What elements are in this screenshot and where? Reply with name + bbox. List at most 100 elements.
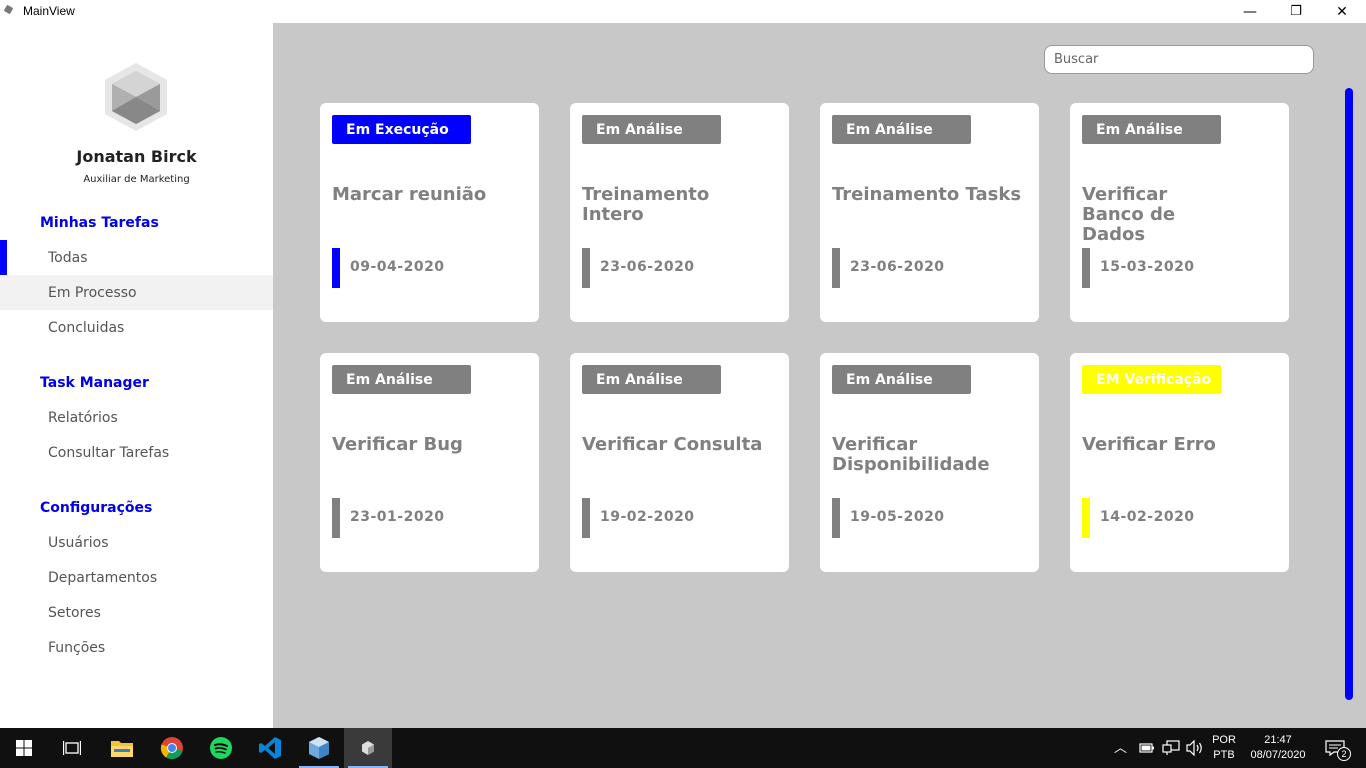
task-title: Verificar Disponibilidade [832, 434, 990, 475]
mainview-app-icon [362, 741, 374, 755]
vscode-button[interactable] [246, 728, 294, 768]
task-title: Marcar reunião [332, 184, 487, 205]
task-date: 23-06-2020 [850, 259, 945, 275]
sidebar-item-usuarios[interactable]: Usuários [0, 525, 273, 560]
user-avatar-icon [105, 63, 167, 131]
sidebar: Jonatan Birck Auxiliar de Marketing Minh… [0, 23, 273, 728]
task-view-button[interactable] [48, 728, 96, 768]
sidebar-item-em-processo[interactable]: Em Processo [0, 275, 273, 310]
status-badge: Em Execução [332, 115, 471, 144]
task-card[interactable]: Em Execução Marcar reunião 09-04-2020 [320, 103, 539, 322]
sidebar-item-departamentos[interactable]: Departamentos [0, 560, 273, 595]
task-date: 23-06-2020 [600, 259, 695, 275]
sidebar-item-label: Todas [48, 249, 88, 266]
status-badge: Em Análise [832, 365, 971, 394]
sidebar-item-label: Setores [48, 604, 101, 621]
sidebar-item-label: Em Processo [48, 284, 137, 301]
mainview-app-button[interactable] [344, 728, 392, 768]
task-date: 15-03-2020 [1100, 259, 1195, 275]
chrome-button[interactable] [148, 728, 196, 768]
main-content: Em Execução Marcar reunião 09-04-2020 Em… [273, 23, 1366, 728]
battery-icon[interactable] [1139, 741, 1155, 755]
task-card[interactable]: Em Análise Verificar Disponibilidade 19-… [820, 353, 1039, 572]
clock-date: 08/07/2020 [1250, 749, 1306, 761]
task-title: Verificar Banco de Dados [1082, 184, 1176, 245]
minimize-icon: — [1243, 3, 1257, 20]
sidebar-item-label: Departamentos [48, 569, 158, 586]
date-indicator-bar [582, 498, 590, 538]
date-indicator-bar [1082, 498, 1090, 538]
task-date: 19-02-2020 [600, 509, 695, 525]
network-icon[interactable] [1162, 740, 1180, 756]
spotify-button[interactable] [197, 728, 245, 768]
minimize-button[interactable]: — [1227, 0, 1273, 23]
sidebar-item-label: Funções [48, 639, 106, 656]
section-configuracoes: Configurações [40, 500, 153, 516]
task-card[interactable]: Em Análise Verificar Banco de Dados 15-0… [1070, 103, 1289, 322]
spotify-icon [210, 737, 232, 759]
task-card[interactable]: Em Análise Treinamento Tasks 23-06-2020 [820, 103, 1039, 322]
taskbar: ︿ POR PTB 21:47 08/07/2020 2 [0, 728, 1366, 768]
sidebar-item-consultar-tarefas[interactable]: Consultar Tarefas [0, 435, 273, 470]
date-indicator-bar [332, 498, 340, 538]
app-icon [3, 4, 14, 15]
close-button[interactable]: ✕ [1319, 0, 1365, 23]
clock[interactable]: 21:47 08/07/2020 [1244, 733, 1312, 763]
date-indicator-bar [332, 248, 340, 288]
maximize-icon: ❐ [1290, 4, 1302, 19]
maximize-button[interactable]: ❐ [1273, 0, 1319, 23]
date-indicator-bar [1082, 248, 1090, 288]
close-icon: ✕ [1336, 3, 1348, 20]
user-role: Auxiliar de Marketing [83, 174, 190, 185]
date-indicator-bar [832, 248, 840, 288]
sidebar-item-funcoes[interactable]: Funções [0, 630, 273, 665]
task-date: 23-01-2020 [350, 509, 445, 525]
task-card[interactable]: EM Verificação Verificar Erro 14-02-2020 [1070, 353, 1289, 572]
sidebar-item-label: Consultar Tarefas [48, 444, 170, 461]
task-date: 09-04-2020 [350, 259, 445, 275]
sidebar-item-relatorios[interactable]: Relatórios [0, 400, 273, 435]
task-title: Treinamento Tasks [832, 184, 1022, 205]
task-card[interactable]: Em Análise Verificar Consulta 19-02-2020 [570, 353, 789, 572]
windows-start-button[interactable] [0, 728, 48, 768]
sidebar-item-concluidas[interactable]: Concluidas [0, 310, 273, 345]
chrome-icon [160, 737, 183, 760]
status-badge: Em Análise [832, 115, 971, 144]
date-indicator-bar [582, 248, 590, 288]
sidebar-item-label: Concluidas [48, 319, 125, 336]
folder-icon [111, 741, 133, 757]
sidebar-item-setores[interactable]: Setores [0, 595, 273, 630]
task-title: Verificar Bug [332, 434, 463, 455]
sidebar-item-label: Usuários [48, 534, 109, 551]
status-badge: Em Análise [332, 365, 471, 394]
task-view-icon [63, 741, 81, 755]
task-date: 14-02-2020 [1100, 509, 1195, 525]
status-badge: Em Análise [582, 115, 721, 144]
status-badge: Em Análise [1082, 115, 1221, 144]
task-card[interactable]: Em Análise Verificar Bug 23-01-2020 [320, 353, 539, 572]
status-badge: Em Análise [582, 365, 721, 394]
status-badge: EM Verificação [1082, 365, 1221, 394]
vertical-scrollbar[interactable] [1345, 88, 1353, 700]
sidebar-item-todas[interactable]: Todas [0, 240, 273, 275]
task-title: Treinamento Intero [582, 184, 710, 225]
task-title: Verificar Consulta [582, 434, 763, 455]
file-explorer-button[interactable] [98, 728, 146, 768]
volume-icon[interactable] [1186, 740, 1204, 756]
virtualbox-button[interactable] [295, 728, 343, 768]
show-hidden-icons-chevron-icon[interactable]: ︿ [1114, 740, 1127, 755]
task-date: 19-05-2020 [850, 509, 945, 525]
virtualbox-icon [309, 737, 329, 759]
section-task-manager: Task Manager [40, 375, 149, 391]
section-minhas-tarefas: Minhas Tarefas [40, 215, 159, 231]
vscode-icon [259, 737, 281, 759]
input-language-indicator[interactable]: POR PTB [1209, 733, 1239, 763]
language-label: POR [1212, 734, 1236, 746]
action-center-button[interactable]: 2 [1320, 728, 1366, 768]
date-indicator-bar [832, 498, 840, 538]
sidebar-item-label: Relatórios [48, 409, 118, 426]
task-card[interactable]: Em Análise Treinamento Intero 23-06-2020 [570, 103, 789, 322]
search-input[interactable] [1044, 45, 1314, 74]
notification-count-badge: 2 [1337, 747, 1351, 761]
window-title: MainView [23, 4, 75, 18]
